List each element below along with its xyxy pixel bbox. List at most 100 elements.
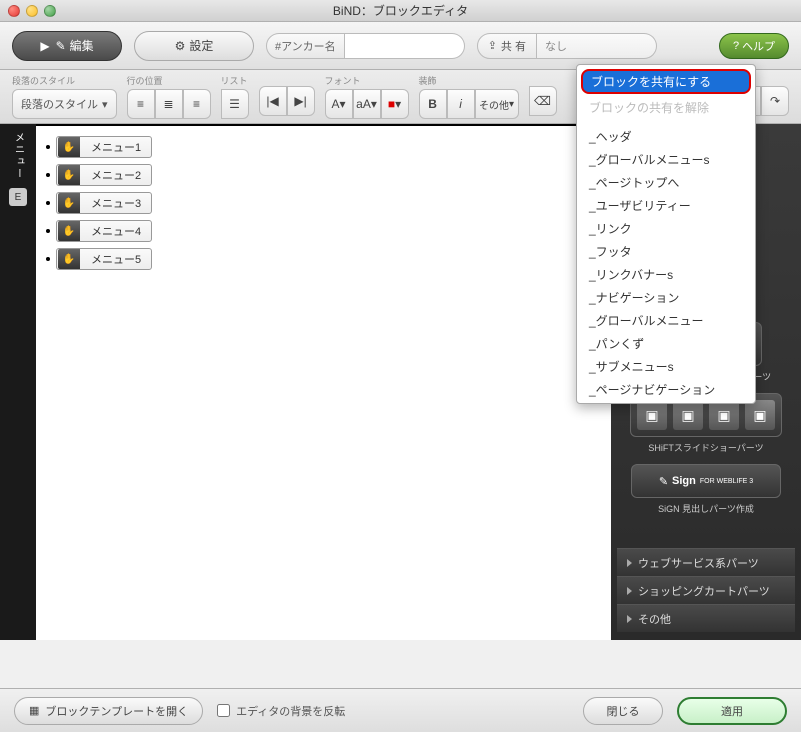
dropdown-item[interactable]: _グローバルメニューs xyxy=(577,148,755,171)
menu-chip[interactable]: ✋メニュー5 xyxy=(56,248,152,270)
slideshow-icon-2: ▣ xyxy=(673,400,703,430)
dropdown-item[interactable]: _ページトップへ xyxy=(577,171,755,194)
settings-label: 設定 xyxy=(189,37,213,54)
bullet-icon xyxy=(46,145,50,149)
font-size-button[interactable]: aA▾ xyxy=(353,89,381,119)
menu-chip[interactable]: ✋メニュー3 xyxy=(56,192,152,214)
apply-button[interactable]: 適用 xyxy=(677,697,787,725)
share-select[interactable]: なし xyxy=(537,33,657,59)
side-tab[interactable]: メニュー E xyxy=(0,124,36,640)
sign-icon: ✎ xyxy=(659,475,668,488)
menu-chip[interactable]: ✋メニュー4 xyxy=(56,220,152,242)
dropdown-item[interactable]: _フッタ xyxy=(577,240,755,263)
menu-item-label: メニュー1 xyxy=(81,139,151,155)
list-item: ✋メニュー5 xyxy=(46,248,601,270)
menu-list: ✋メニュー1 ✋メニュー2 ✋メニュー3 ✋メニュー4 ✋メニュー5 xyxy=(46,136,601,270)
accordion-item-shopping[interactable]: ショッピングカートパーツ xyxy=(617,576,795,604)
italic-button[interactable]: i xyxy=(447,89,475,119)
decoration-label: 装飾 xyxy=(419,74,519,87)
minimize-window-button[interactable] xyxy=(26,5,38,17)
chevron-down-icon: ▾ xyxy=(102,98,108,111)
invert-bg-checkbox[interactable]: エディタの背景を反転 xyxy=(217,703,345,719)
menu-item-label: メニュー3 xyxy=(81,195,151,211)
redo-button[interactable]: ↷ xyxy=(761,86,789,116)
close-window-button[interactable] xyxy=(8,5,20,17)
dropdown-item[interactable]: _ユーザビリティー xyxy=(577,194,755,217)
main-toolbar: ▶ ✎ 編集 ⚙ 設定 #アンカー名 ⇪ 共 有 なし ? ヘルプ xyxy=(0,22,801,70)
align-left-button[interactable]: ≡ xyxy=(127,89,155,119)
align-right-button[interactable]: ≡ xyxy=(183,89,211,119)
bold-button[interactable]: B xyxy=(419,89,447,119)
outdent-button[interactable]: |◀ xyxy=(259,86,287,116)
sign-button[interactable]: ✎ Sign FOR WEBLIFE 3 xyxy=(631,464,781,498)
window-title: BiND：ブロックエディタ xyxy=(333,2,468,19)
dropdown-item-share-enable[interactable]: ブロックを共有にする xyxy=(581,69,751,94)
settings-button[interactable]: ⚙ 設定 xyxy=(134,31,254,61)
list-item: ✋メニュー3 xyxy=(46,192,601,214)
clear-format-button[interactable]: ⌫ xyxy=(529,86,557,116)
menu-item-label: メニュー2 xyxy=(81,167,151,183)
dropdown-item[interactable]: _パンくず xyxy=(577,332,755,355)
help-icon: ? xyxy=(733,40,739,52)
paragraph-style-select[interactable]: 段落のスタイル ▾ xyxy=(12,89,117,119)
help-button[interactable]: ? ヘルプ xyxy=(719,33,789,59)
anchor-prefix-label: #アンカー名 xyxy=(266,33,345,59)
zoom-window-button[interactable] xyxy=(44,5,56,17)
accordion-item-other[interactable]: その他 xyxy=(617,604,795,632)
font-color-button[interactable]: ■▾ xyxy=(381,89,409,119)
share-label: 共 有 xyxy=(501,38,526,54)
slideshow-icon-1: ▣ xyxy=(637,400,667,430)
bullet-icon xyxy=(46,201,50,205)
dropdown-item[interactable]: _ヘッダ xyxy=(577,125,755,148)
slideshow-icon-4: ▣ xyxy=(745,400,775,430)
dropdown-item[interactable]: _リンクバナーs xyxy=(577,263,755,286)
edit-button[interactable]: ▶ ✎ 編集 xyxy=(12,31,122,61)
chevron-right-icon xyxy=(627,559,632,567)
other-decoration-button[interactable]: その他▾ xyxy=(475,89,519,119)
accordion-item-webservice[interactable]: ウェブサービス系パーツ xyxy=(617,548,795,576)
spacer-label-2 xyxy=(529,74,557,84)
menu-item-label: メニュー4 xyxy=(81,223,151,239)
sign-label: SiGN 見出しパーツ作成 xyxy=(658,502,754,515)
align-center-button[interactable]: ≣ xyxy=(155,89,183,119)
dropdown-item[interactable]: _グローバルメニュー xyxy=(577,309,755,332)
font-family-button[interactable]: A▾ xyxy=(325,89,353,119)
close-button[interactable]: 閉じる xyxy=(583,697,663,725)
accordion: ウェブサービス系パーツ ショッピングカートパーツ その他 xyxy=(617,548,795,632)
extra-group: ⌫ xyxy=(529,74,557,116)
hand-icon: ✋ xyxy=(58,249,80,269)
help-label: ヘルプ xyxy=(742,38,775,54)
title-bar: BiND：ブロックエディタ xyxy=(0,0,801,22)
dropdown-item[interactable]: _ナビゲーション xyxy=(577,286,755,309)
share-button[interactable]: ⇪ 共 有 xyxy=(477,33,537,59)
paragraph-style-value: 段落のスタイル xyxy=(21,96,98,112)
open-template-button[interactable]: ▦ ブロックテンプレートを開く xyxy=(14,697,203,725)
accordion-label: ウェブサービス系パーツ xyxy=(638,555,759,571)
menu-chip[interactable]: ✋メニュー1 xyxy=(56,136,152,158)
edit-label: 編集 xyxy=(70,37,94,54)
pencil-icon: ✎ xyxy=(56,39,66,53)
spacer-label xyxy=(259,74,315,84)
menu-chip[interactable]: ✋メニュー2 xyxy=(56,164,152,186)
bullet-list-button[interactable]: ☰ xyxy=(221,89,249,119)
dropdown-item[interactable]: _リンク xyxy=(577,217,755,240)
side-tab-label: メニュー xyxy=(11,132,26,180)
gear-icon: ⚙ xyxy=(175,39,186,53)
invert-bg-input[interactable] xyxy=(217,704,230,717)
sign-sub: FOR WEBLIFE 3 xyxy=(700,478,753,485)
slideshow-label: SHiFTスライドショーパーツ xyxy=(648,441,763,454)
anchor-group: #アンカー名 xyxy=(266,33,465,59)
editor-canvas[interactable]: ✋メニュー1 ✋メニュー2 ✋メニュー3 ✋メニュー4 ✋メニュー5 xyxy=(36,124,611,640)
dropdown-item[interactable]: _サブメニューs xyxy=(577,355,755,378)
dropdown-item[interactable]: _ページナビゲーション xyxy=(577,378,755,401)
play-icon: ▶ xyxy=(40,39,49,53)
hand-icon: ✋ xyxy=(58,221,80,241)
bullet-icon xyxy=(46,257,50,261)
hand-icon: ✋ xyxy=(58,165,80,185)
template-label: ブロックテンプレートを開く xyxy=(45,703,188,719)
indent-button[interactable]: ▶| xyxy=(287,86,315,116)
hand-icon: ✋ xyxy=(58,193,80,213)
list-item: ✋メニュー2 xyxy=(46,164,601,186)
anchor-input[interactable] xyxy=(345,33,465,59)
share-icon: ⇪ xyxy=(488,39,497,52)
